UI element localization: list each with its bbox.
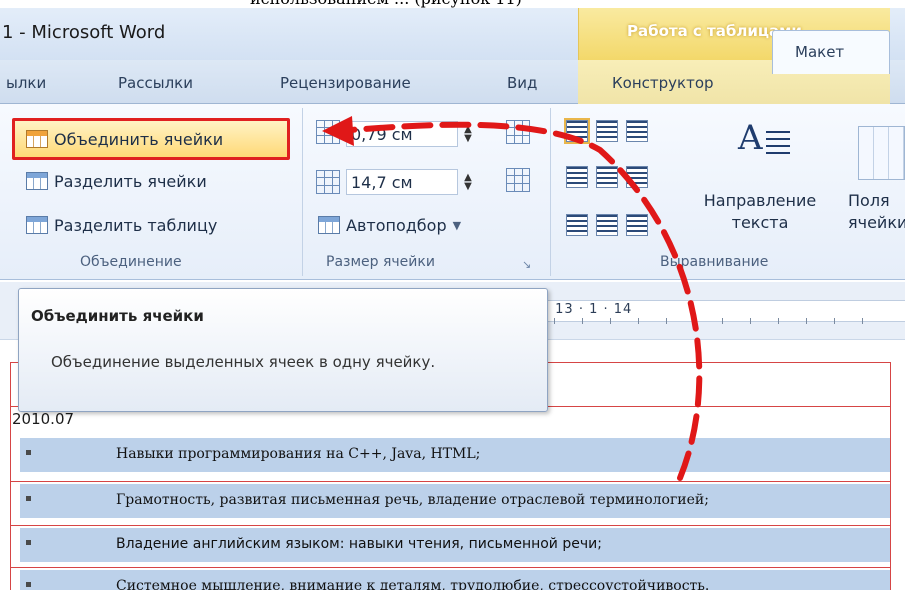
date-cell: 2010.07 [12, 410, 75, 428]
window-title: 1 - Microsoft Word [2, 22, 166, 43]
row-height-spin-arrows[interactable]: ▲ ▼ [460, 125, 476, 144]
merge-cells-button[interactable]: Объединить ячейки [26, 124, 223, 154]
column-width-spin-arrows[interactable]: ▲ ▼ [460, 173, 476, 192]
split-table-label: Разделить таблицу [54, 215, 218, 235]
bullet-icon [26, 450, 31, 455]
tab-review[interactable]: Рецензирование [280, 74, 411, 92]
tooltip-description: Объединение выделенных ячеек в одну ячей… [51, 353, 436, 371]
column-width-icon [316, 170, 340, 194]
table-row[interactable]: Владение английским языком: навыки чтени… [20, 528, 890, 562]
table-border [10, 481, 890, 482]
table-row[interactable]: Системное мышление, внимание к деталям, … [20, 570, 890, 590]
cell-margins-label-2: ячейки [848, 213, 905, 232]
split-cells-button[interactable]: Разделить ячейки [26, 166, 207, 196]
align-middle-center-icon[interactable] [596, 166, 618, 188]
distribute-columns-icon[interactable] [506, 168, 530, 192]
text-direction-lines [766, 126, 790, 154]
align-top-right-icon[interactable] [626, 120, 648, 142]
align-top-left-icon[interactable] [564, 118, 590, 144]
column-width-spinner[interactable]: 14,7 см ▲ ▼ [346, 168, 476, 196]
tooltip-title: Объединить ячейки [31, 307, 204, 325]
table-border [10, 567, 890, 568]
table-row[interactable]: Навыки программирования на C++, Java, HT… [20, 438, 890, 472]
text-direction-label-1: Направление [703, 191, 817, 210]
align-bottom-left-icon[interactable] [566, 214, 588, 236]
cell-size-group-label: Размер ячейки [326, 254, 435, 270]
row-height-spinner[interactable]: 0,79 см ▲ ▼ [346, 120, 476, 148]
distribute-rows-icon[interactable] [506, 120, 530, 144]
merge-group-label: Объединение [80, 254, 182, 270]
alignment-group-label: Выравнивание [660, 254, 769, 270]
tab-mailings[interactable]: Рассылки [118, 74, 193, 92]
dialog-launcher-icon[interactable]: ↘ [522, 258, 531, 271]
bullet-icon [26, 496, 31, 501]
tooltip: Объединить ячейки Объединение выделенных… [18, 288, 548, 412]
cell-margins-icon[interactable] [858, 126, 905, 180]
row-text: Навыки программирования на C++, Java, HT… [116, 446, 481, 462]
split-table-button[interactable]: Разделить таблицу [26, 210, 217, 240]
row-text: Владение английским языком: навыки чтени… [116, 536, 602, 552]
row-height-icon [316, 120, 340, 144]
split-cells-icon [26, 172, 48, 190]
text-direction-icon[interactable]: A [738, 118, 792, 174]
tab-references[interactable]: ылки [6, 74, 46, 92]
split-cells-label: Разделить ячейки [54, 171, 207, 191]
table-border-right [890, 362, 891, 590]
table-border [10, 525, 890, 526]
table-row[interactable]: Грамотность, развитая письменная речь, в… [20, 484, 890, 518]
text-direction-button[interactable]: Направление текста [690, 190, 830, 234]
merge-cells-icon [26, 130, 48, 148]
align-middle-right-icon[interactable] [626, 166, 648, 188]
text-direction-label-2: текста [731, 213, 789, 232]
split-table-icon [26, 216, 48, 234]
align-top-center-icon[interactable] [596, 120, 618, 142]
row-text: Системное мышление, внимание к деталям, … [116, 578, 710, 590]
title-bar: 1 - Microsoft Word Работа с таблицами [0, 8, 905, 60]
autofit-button[interactable]: Автоподбор ▼ [318, 210, 461, 240]
column-width-input[interactable]: 14,7 см [346, 169, 458, 195]
ribbon: Объединить ячейки Разделить ячейки Разде… [0, 104, 905, 280]
ribbon-tabs: ылки Рассылки Рецензирование Вид Констру… [0, 60, 905, 104]
group-separator [302, 108, 303, 276]
cell-margins-button[interactable]: Поля ячейки [848, 190, 905, 234]
cell-margins-label-1: Поля [848, 191, 890, 210]
bullet-icon [26, 582, 31, 587]
group-separator [550, 108, 551, 276]
autofit-dropdown-icon: ▼ [452, 218, 462, 232]
text-direction-glyph: A [738, 118, 763, 158]
tab-design[interactable]: Конструктор [612, 74, 714, 92]
tab-layout-label: Макет [795, 43, 845, 61]
top-caption: использованием ... (рисунок 11) [250, 0, 522, 8]
bullet-icon [26, 540, 31, 545]
tab-view[interactable]: Вид [507, 74, 537, 92]
merge-cells-label: Объединить ячейки [54, 129, 224, 149]
row-height-input[interactable]: 0,79 см [346, 121, 458, 147]
row-text: Грамотность, развитая письменная речь, в… [116, 492, 709, 508]
autofit-label: Автоподбор [346, 215, 447, 235]
top-caption-strip: использованием ... (рисунок 11) [0, 0, 905, 8]
tab-layout[interactable]: Макет [772, 30, 890, 74]
align-bottom-right-icon[interactable] [626, 214, 648, 236]
align-bottom-center-icon[interactable] [596, 214, 618, 236]
table-border-left [10, 362, 11, 590]
align-middle-left-icon[interactable] [566, 166, 588, 188]
autofit-icon [318, 216, 340, 234]
